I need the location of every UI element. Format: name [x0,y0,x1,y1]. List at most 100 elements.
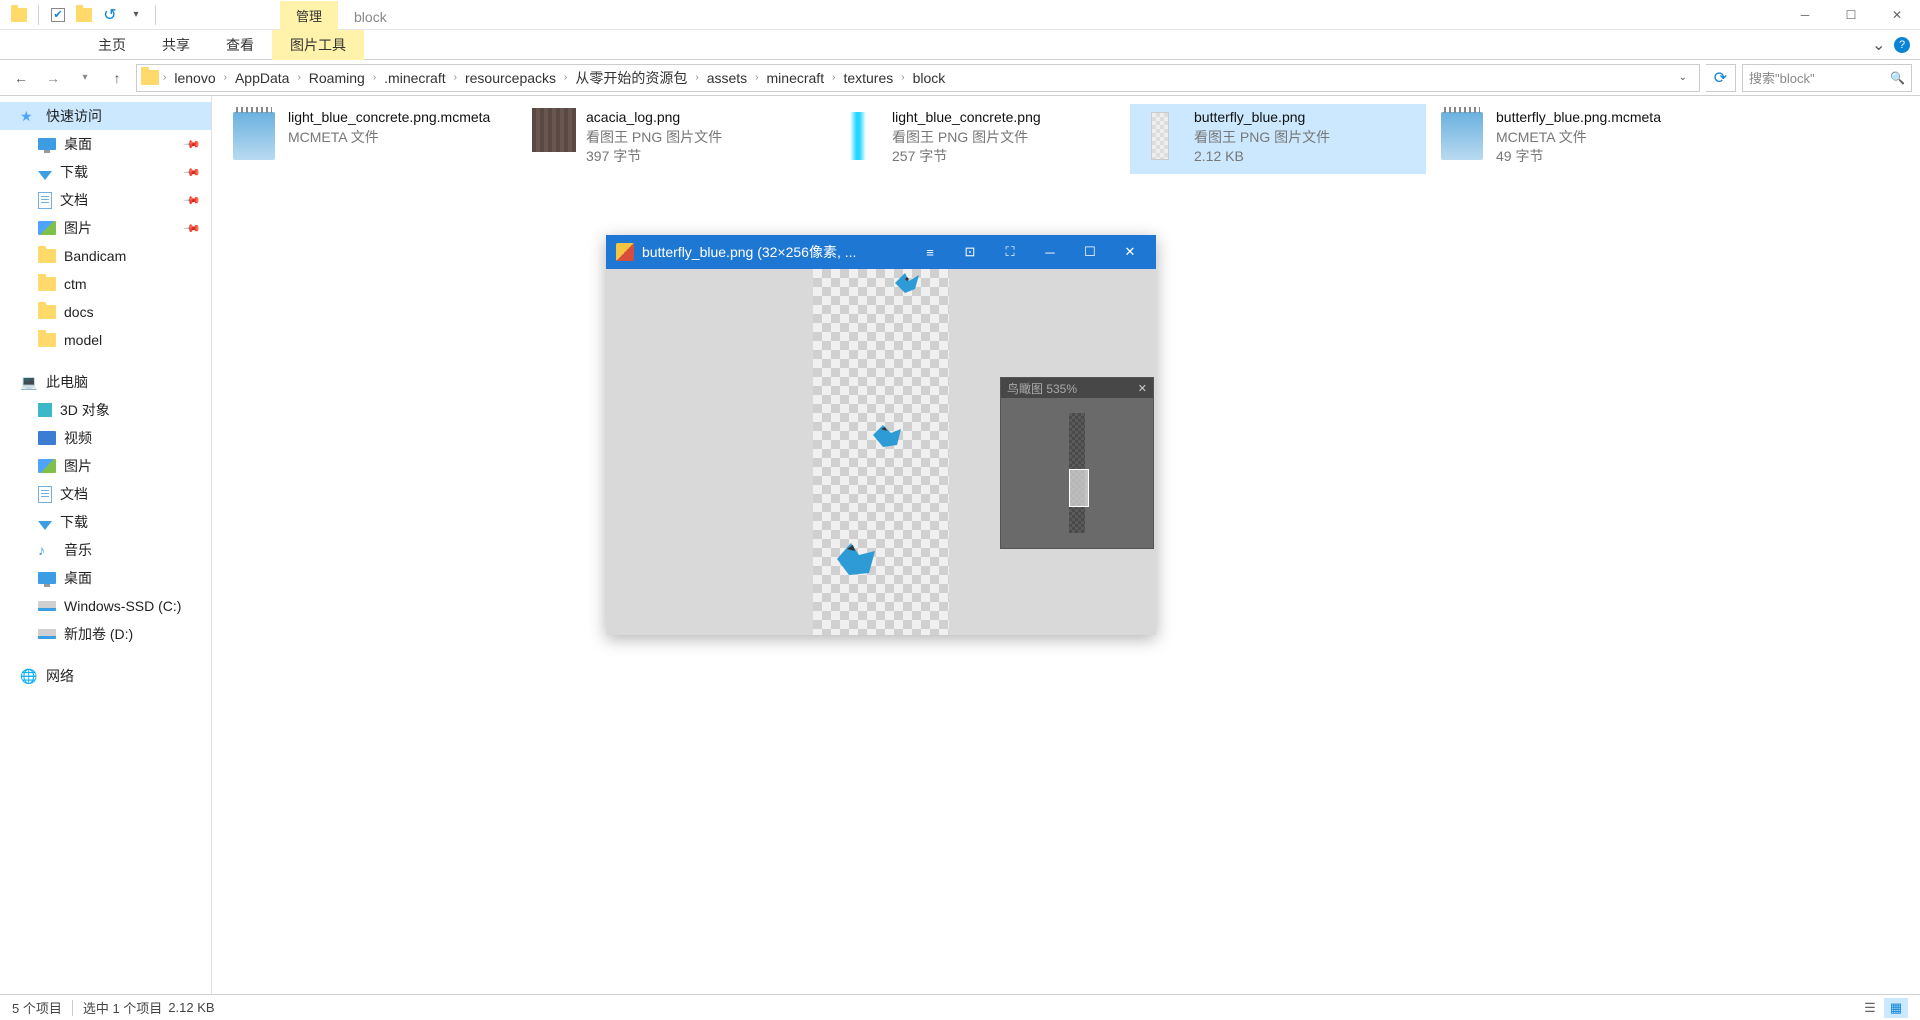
chevron-right-icon[interactable]: › [693,72,700,83]
menu-icon[interactable]: ≡ [914,235,946,269]
search-icon[interactable]: 🔍 [1890,71,1905,85]
sidebar-item-drive-c[interactable]: Windows-SSD (C:) [0,592,211,620]
file-size: 397 字节 [586,147,816,167]
sidebar-item-desktop[interactable]: 桌面 [0,564,211,592]
sidebar-item-bandicam[interactable]: Bandicam [0,242,211,270]
breadcrumb-item[interactable]: .minecraft [378,70,451,86]
document-icon [38,192,52,209]
sidebar-item-downloads[interactable]: 下载📌 [0,158,211,186]
status-selected: 选中 1 个项目 [83,998,162,1017]
chevron-right-icon[interactable]: › [295,72,302,83]
chevron-right-icon[interactable]: › [562,72,569,83]
chevron-right-icon[interactable]: › [830,72,837,83]
tiles-view-icon[interactable]: ▦ [1884,998,1908,1018]
tab-view[interactable]: 查看 [208,30,272,60]
tab-picture-tools[interactable]: 图片工具 [272,30,364,60]
minimize-button[interactable]: ─ [1034,235,1066,269]
sidebar-network[interactable]: 🌐网络 [0,662,211,690]
sidebar-item-documents[interactable]: 文档📌 [0,186,211,214]
qat-dropdown-icon[interactable]: ▾ [125,4,147,26]
birdview-title[interactable]: 鸟瞰图 535% ✕ [1001,378,1153,398]
sidebar-this-pc[interactable]: 💻此电脑 [0,368,211,396]
sidebar-group-quick-access: ★快速访问 桌面📌 下载📌 文档📌 图片📌 Bandicam ctm docs … [0,102,211,354]
history-dropdown-icon[interactable]: ▾ [72,65,98,91]
sidebar-item-ctm[interactable]: ctm [0,270,211,298]
file-item[interactable]: butterfly_blue.png 看图王 PNG 图片文件 2.12 KB [1130,104,1426,174]
birdview-panel[interactable]: 鸟瞰图 535% ✕ [1000,377,1154,549]
breadcrumb-item[interactable]: minecraft [761,70,831,86]
file-item[interactable]: acacia_log.png 看图王 PNG 图片文件 397 字节 [526,104,822,174]
folder-icon[interactable] [73,4,95,26]
png-thumbnail-icon [834,108,882,164]
sidebar-item-videos[interactable]: 视频 [0,424,211,452]
maximize-button[interactable]: ☐ [1074,235,1106,269]
search-input[interactable]: 搜索"block" 🔍 [1742,64,1912,92]
image-viewer-window[interactable]: butterfly_blue.png (32×256像素, ... ≡ ⊡ ⛶ … [606,235,1156,635]
sidebar-item-label: 文档 [60,190,88,210]
file-type: MCMETA 文件 [1496,128,1722,148]
close-icon[interactable]: ✕ [1138,382,1147,395]
viewer-titlebar[interactable]: butterfly_blue.png (32×256像素, ... ≡ ⊡ ⛶ … [606,235,1156,269]
chevron-right-icon[interactable]: › [161,72,168,83]
minimize-button[interactable]: ─ [1782,0,1828,30]
fullscreen-icon[interactable]: ⛶ [994,235,1026,269]
sidebar-group-network: 🌐网络 [0,662,211,690]
sidebar-item-desktop[interactable]: 桌面📌 [0,130,211,158]
file-name: acacia_log.png [586,108,816,128]
search-placeholder: 搜索"block" [1749,68,1815,87]
file-item[interactable]: light_blue_concrete.png.mcmeta MCMETA 文件 [224,104,520,174]
file-item[interactable]: light_blue_concrete.png 看图王 PNG 图片文件 257… [828,104,1124,174]
file-item[interactable]: butterfly_blue.png.mcmeta MCMETA 文件 49 字… [1432,104,1728,174]
tab-home[interactable]: 主页 [80,30,144,60]
sidebar-item-label: 视频 [64,428,92,448]
refresh-button[interactable]: ⟳ [1706,64,1736,92]
breadcrumb-item[interactable]: AppData [229,70,295,86]
sidebar-item-pictures[interactable]: 图片📌 [0,214,211,242]
tab-share[interactable]: 共享 [144,30,208,60]
breadcrumb-item[interactable]: textures [837,70,899,86]
breadcrumb-item[interactable]: resourcepacks [459,70,562,86]
sidebar-quick-access[interactable]: ★快速访问 [0,102,211,130]
breadcrumb-item[interactable]: block [907,70,952,86]
manage-tab[interactable]: 管理 [280,1,338,30]
properties-checkbox-icon[interactable]: ✔ [47,4,69,26]
sidebar-item-model[interactable]: model [0,326,211,354]
breadcrumb-item[interactable]: assets [701,70,753,86]
viewer-canvas-area[interactable]: 鸟瞰图 535% ✕ [606,269,1156,635]
file-size: 257 字节 [892,147,1118,167]
pin-icon: 📌 [183,219,202,238]
sidebar-item-downloads[interactable]: 下载 [0,508,211,536]
close-button[interactable]: ✕ [1874,0,1920,30]
folder-icon[interactable] [8,4,30,26]
breadcrumb[interactable]: › lenovo › AppData › Roaming › .minecraf… [136,64,1700,92]
chevron-right-icon[interactable]: › [753,72,760,83]
breadcrumb-item[interactable]: 从零开始的资源包 [569,68,693,88]
chevron-right-icon[interactable]: › [452,72,459,83]
breadcrumb-item[interactable]: Roaming [303,70,371,86]
birdview-viewport-rect[interactable] [1069,469,1089,507]
sidebar-item-music[interactable]: ♪音乐 [0,536,211,564]
sidebar-item-pictures[interactable]: 图片 [0,452,211,480]
pin-window-icon[interactable]: ⊡ [954,235,986,269]
forward-button[interactable]: → [40,65,66,91]
sidebar-item-label: 文档 [60,484,88,504]
up-button[interactable]: ↑ [104,65,130,91]
maximize-button[interactable]: ☐ [1828,0,1874,30]
chevron-right-icon[interactable]: › [222,72,229,83]
sidebar-item-documents[interactable]: 文档 [0,480,211,508]
details-view-icon[interactable]: ☰ [1858,998,1882,1018]
sidebar-item-drive-d[interactable]: 新加卷 (D:) [0,620,211,648]
undo-icon[interactable]: ↺ [99,4,121,26]
breadcrumb-item[interactable]: lenovo [168,70,221,86]
chevron-right-icon[interactable]: › [899,72,906,83]
sidebar-item-docs[interactable]: docs [0,298,211,326]
collapse-ribbon-icon[interactable]: ⌄ [1872,35,1888,55]
birdview-content[interactable] [1001,398,1153,548]
help-icon[interactable]: ? [1894,37,1910,53]
close-button[interactable]: ✕ [1114,235,1146,269]
chevron-right-icon[interactable]: › [371,72,378,83]
image-canvas[interactable] [813,269,949,635]
sidebar-item-3dobjects[interactable]: 3D 对象 [0,396,211,424]
back-button[interactable]: ← [8,65,34,91]
address-dropdown-icon[interactable]: ⌄ [1671,72,1695,83]
